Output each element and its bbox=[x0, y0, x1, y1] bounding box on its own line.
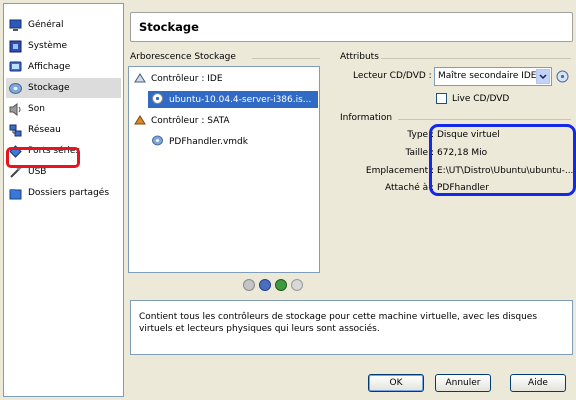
tree-item-label: ubuntu-10.04.4-server-i386.is... bbox=[169, 94, 312, 105]
location-label: Emplacement : bbox=[365, 166, 434, 176]
cd-drive-select-value: Maître secondaire IDE bbox=[438, 71, 537, 81]
ide-controller-icon bbox=[134, 72, 146, 86]
help-button[interactable]: Aide bbox=[510, 374, 566, 392]
sidebar-item-system[interactable]: Système bbox=[6, 36, 121, 56]
add-disk-icon[interactable] bbox=[275, 279, 287, 291]
information-highlight-annotation bbox=[429, 124, 576, 196]
hard-disk-icon bbox=[152, 135, 163, 149]
network-icon bbox=[9, 124, 22, 137]
general-monitor-icon bbox=[9, 19, 22, 32]
storage-disk-icon bbox=[9, 82, 22, 95]
tree-item-label: Contrôleur : SATA bbox=[151, 116, 230, 126]
display-monitor-icon bbox=[9, 61, 22, 74]
information-group-title: Information bbox=[340, 113, 393, 123]
choose-disk-icon[interactable] bbox=[556, 70, 569, 86]
cd-drive-select[interactable]: Maître secondaire IDE bbox=[434, 67, 552, 86]
group-separator bbox=[381, 58, 571, 59]
ok-button[interactable]: OK bbox=[368, 374, 424, 392]
attached-label: Attaché à : bbox=[384, 183, 434, 193]
remove-attachment-icon[interactable] bbox=[243, 279, 255, 291]
tree-item-controller-sata[interactable]: Contrôleur : SATA bbox=[134, 113, 230, 129]
remove-controller-icon[interactable] bbox=[291, 279, 303, 291]
sidebar-item-label: Système bbox=[28, 41, 68, 51]
sidebar-item-network[interactable]: Réseau bbox=[6, 120, 121, 140]
chevron-down-icon[interactable] bbox=[536, 69, 550, 84]
sidebar-item-label: Son bbox=[28, 104, 45, 114]
sidebar-item-label: Affichage bbox=[28, 62, 71, 72]
cancel-button[interactable]: Annuler bbox=[435, 374, 491, 392]
tree-item-ide-device[interactable]: ubuntu-10.04.4-server-i386.is... bbox=[148, 91, 318, 108]
sidebar-item-label: Stockage bbox=[28, 83, 70, 93]
live-cd-checkbox[interactable] bbox=[436, 93, 447, 104]
group-separator bbox=[398, 119, 571, 120]
description-box: Contient tous les contrôleurs de stockag… bbox=[130, 300, 573, 355]
tree-item-sata-device[interactable]: PDFhandler.vmdk bbox=[152, 133, 248, 150]
sidebar-item-sound[interactable]: Son bbox=[6, 99, 121, 119]
sidebar-item-shared-folders[interactable]: Dossiers partagés bbox=[6, 183, 121, 203]
group-separator bbox=[252, 58, 320, 59]
page-title: Stockage bbox=[139, 20, 199, 34]
add-cd-icon[interactable] bbox=[259, 279, 271, 291]
cd-drive-label: Lecteur CD/DVD : bbox=[353, 71, 432, 81]
sidebar-item-general[interactable]: Général bbox=[6, 15, 121, 35]
speaker-icon bbox=[9, 102, 22, 116]
sidebar-item-storage[interactable]: Stockage bbox=[6, 78, 121, 98]
shared-folder-icon bbox=[9, 187, 22, 200]
sidebar-item-display[interactable]: Affichage bbox=[6, 57, 121, 77]
live-cd-label: Live CD/DVD bbox=[452, 94, 510, 104]
sata-controller-icon bbox=[134, 114, 146, 128]
storage-tree-group-title: Arborescence Stockage bbox=[130, 52, 236, 62]
cd-disc-icon bbox=[152, 92, 163, 107]
sidebar-item-label: Dossiers partagés bbox=[28, 188, 110, 198]
storage-tree[interactable]: Contrôleur : IDE ubuntu-10.04.4-server-i… bbox=[128, 66, 320, 273]
sidebar-item-label: Réseau bbox=[28, 125, 61, 135]
network-highlight-annotation bbox=[6, 147, 80, 168]
tree-item-label: Contrôleur : IDE bbox=[151, 74, 223, 84]
settings-sidebar: Général Système Affichage Stockage Son R… bbox=[3, 3, 124, 397]
tree-item-label: PDFhandler.vmdk bbox=[169, 136, 248, 147]
system-chip-icon bbox=[9, 40, 22, 53]
sidebar-item-label: Général bbox=[28, 20, 64, 30]
page-header: Stockage bbox=[130, 12, 573, 42]
sidebar-item-label: USB bbox=[28, 167, 47, 177]
attributes-group-title: Attributs bbox=[340, 52, 379, 62]
tree-item-controller-ide[interactable]: Contrôleur : IDE bbox=[134, 71, 223, 87]
